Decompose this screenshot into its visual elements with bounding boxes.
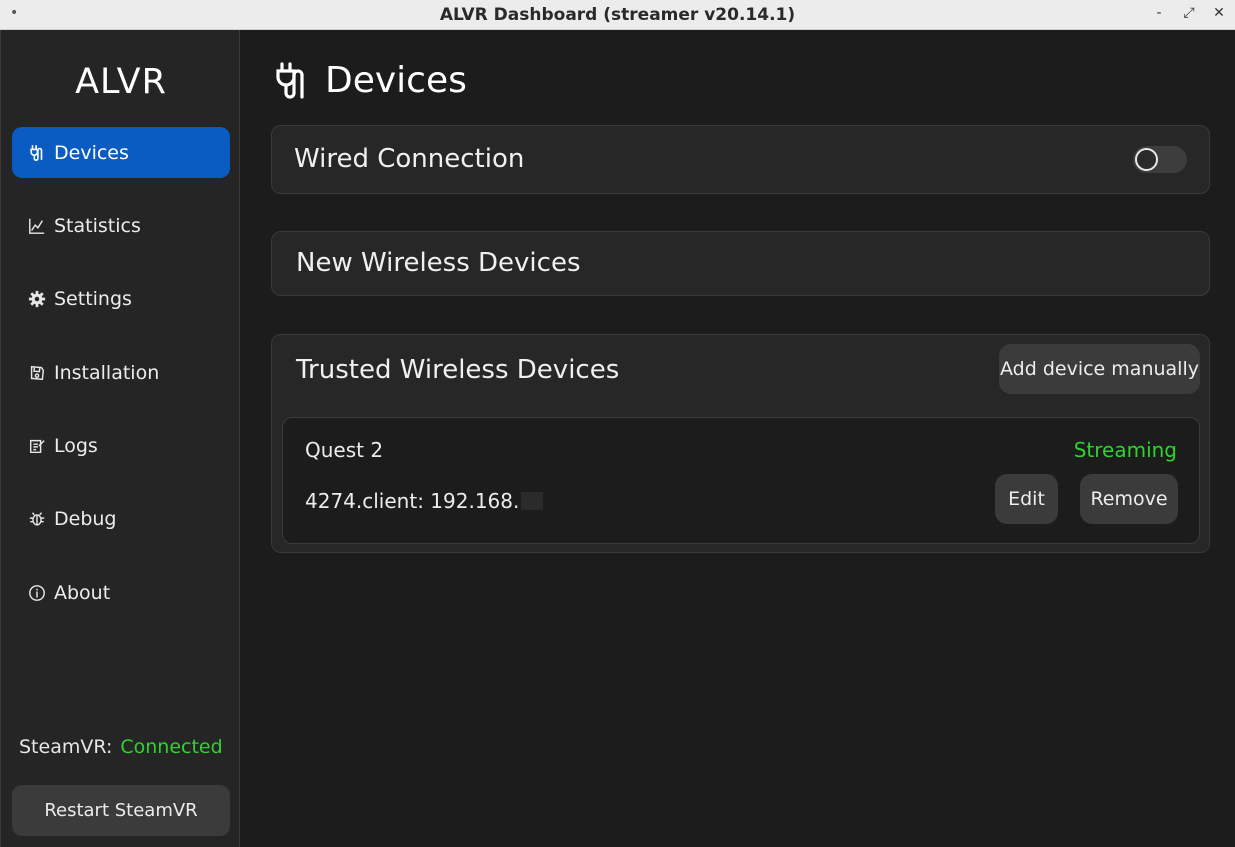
sidebar-item-label: Statistics (54, 214, 141, 237)
title-bar: • ALVR Dashboard (streamer v20.14.1) - ⤢… (0, 0, 1235, 30)
device-address-text: 4274.client: 192.168. (305, 489, 520, 513)
info-icon (26, 582, 48, 604)
device-address: 4274.client: 192.168. (305, 489, 544, 513)
redacted-block (521, 492, 544, 510)
plug-icon (26, 142, 48, 164)
page-header: Devices (273, 60, 467, 101)
page-title: Devices (325, 60, 467, 101)
sidebar-item-label: Logs (54, 434, 98, 457)
sidebar-item-about[interactable]: About (12, 567, 230, 618)
remove-device-button[interactable]: Remove (1080, 474, 1178, 524)
sidebar-item-label: Installation (54, 361, 160, 384)
toggle-knob (1135, 148, 1158, 171)
new-wireless-devices-title: New Wireless Devices (296, 248, 581, 278)
steamvr-label: SteamVR: (19, 736, 113, 758)
sidebar-item-devices[interactable]: Devices (12, 127, 230, 178)
plug-icon (276, 61, 304, 99)
sidebar: ALVR Devices Statistics Settings Install… (0, 30, 240, 847)
wired-connection-title: Wired Connection (294, 144, 525, 174)
sidebar-item-debug[interactable]: Debug (12, 493, 230, 544)
steamvr-connection-status: Connected (120, 736, 223, 758)
wired-connection-toggle[interactable] (1133, 146, 1187, 173)
sidebar-item-label: Settings (54, 287, 132, 310)
steamvr-status: SteamVR: Connected (19, 736, 223, 758)
sidebar-item-installation[interactable]: Installation (12, 347, 230, 398)
sidebar-item-statistics[interactable]: Statistics (12, 200, 230, 251)
trusted-wireless-devices-title: Trusted Wireless Devices (296, 355, 620, 385)
floppy-icon (26, 362, 48, 384)
window-title: ALVR Dashboard (streamer v20.14.1) (439, 4, 796, 25)
chart-line-icon (26, 215, 48, 237)
window-menu-icon[interactable]: • (10, 5, 18, 21)
sidebar-item-label: Devices (54, 141, 129, 164)
device-name: Quest 2 (305, 438, 384, 462)
wired-connection-card: Wired Connection (271, 125, 1210, 194)
sidebar-item-settings[interactable]: Settings (12, 273, 230, 324)
trusted-wireless-devices-card: Trusted Wireless Devices Add device manu… (271, 334, 1210, 553)
bug-icon (26, 508, 48, 530)
app-logo-text: ALVR (75, 62, 167, 102)
edit-device-button[interactable]: Edit (995, 474, 1058, 524)
device-entry: Quest 2 Streaming 4274.client: 192.168. … (282, 417, 1200, 544)
add-device-manually-button[interactable]: Add device manually (999, 344, 1200, 394)
notepad-icon (26, 435, 48, 457)
sidebar-item-logs[interactable]: Logs (12, 420, 230, 471)
restart-steamvr-button[interactable]: Restart SteamVR (12, 785, 230, 836)
gear-icon (26, 288, 48, 310)
device-status: Streaming (1073, 438, 1177, 462)
new-wireless-devices-card: New Wireless Devices (271, 231, 1210, 296)
sidebar-item-label: About (54, 581, 111, 604)
sidebar-item-label: Debug (54, 507, 117, 530)
minimize-button[interactable]: - (1149, 3, 1169, 23)
window-controls: - ⤢ ✕ (1149, 3, 1229, 23)
main-content: Devices Wired Connection New Wireless De… (241, 30, 1235, 847)
maximize-button[interactable]: ⤢ (1179, 3, 1199, 23)
close-button[interactable]: ✕ (1209, 3, 1229, 23)
